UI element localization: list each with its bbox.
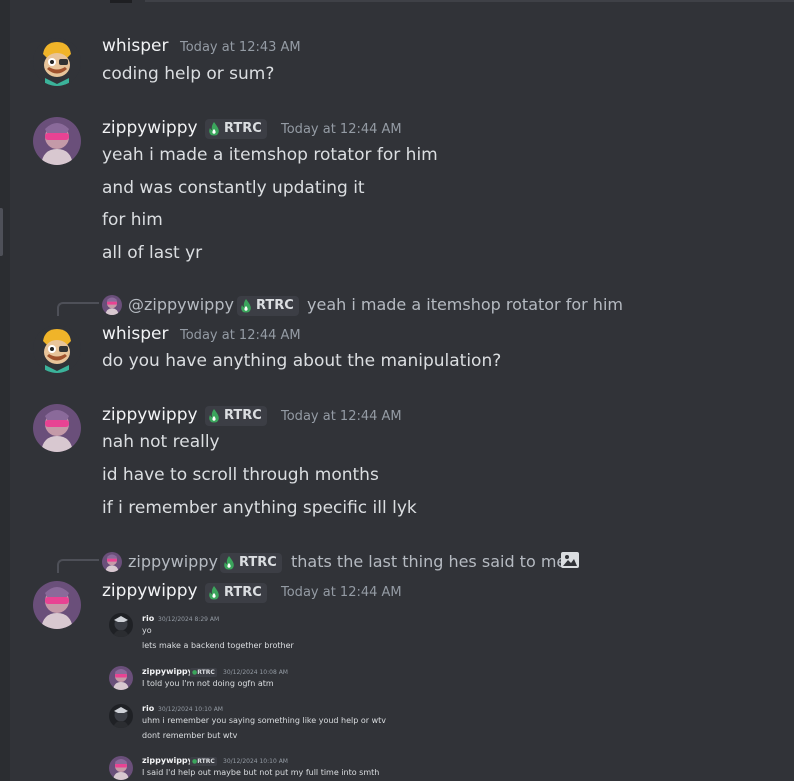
- username: rio: [142, 704, 155, 713]
- username[interactable]: zippywippy: [102, 118, 198, 138]
- timestamp[interactable]: Today at 12:44 AM: [281, 409, 402, 424]
- top-divider-line: [145, 0, 794, 2]
- avatar[interactable]: [33, 117, 81, 165]
- pink-sunglasses-avatar-icon: [109, 666, 133, 690]
- channel-list-edge: [0, 0, 10, 781]
- server-tag-badge[interactable]: RTRC: [205, 583, 267, 603]
- pink-sunglasses-avatar-icon: [33, 117, 81, 165]
- badge-label: RTRC: [256, 298, 294, 313]
- server-tag-badge[interactable]: RTRC: [237, 296, 299, 316]
- message-text: dont remember but wtv: [142, 731, 238, 740]
- top-divider-mark: [110, 0, 132, 3]
- reply-spine: [57, 302, 99, 316]
- cartoon-character-avatar-icon: [33, 325, 81, 373]
- timestamp[interactable]: Today at 12:43 AM: [180, 40, 301, 55]
- flame-icon: [208, 122, 220, 136]
- server-tag-badge[interactable]: RTRC: [205, 406, 267, 426]
- message-text: nah not really: [102, 432, 220, 452]
- message-text: yo: [142, 626, 152, 635]
- username: rio: [142, 614, 155, 623]
- reply-preview-text[interactable]: yeah i made a itemshop rotator for him: [307, 295, 623, 314]
- message-text: I told you I'm not doing ogfn atm: [142, 679, 274, 688]
- timestamp[interactable]: Today at 12:44 AM: [180, 328, 301, 343]
- badge-label: RTRC: [224, 408, 262, 423]
- timestamp: 30/12/2024 10:10 AM: [158, 706, 223, 713]
- username[interactable]: zippywippy: [102, 405, 198, 425]
- badge-label: RTRC: [224, 585, 262, 600]
- message-text: and was constantly updating it: [102, 178, 365, 198]
- flame-icon: [240, 299, 252, 313]
- badge-label: RTRC: [224, 121, 262, 136]
- server-tag-badge[interactable]: RTRC: [220, 553, 282, 573]
- flame-icon: [208, 409, 220, 423]
- reply-preview-text[interactable]: thats the last thing hes said to me: [291, 552, 566, 571]
- image-icon: [561, 552, 579, 568]
- message-text: uhm i remember you saying something like…: [142, 716, 387, 725]
- avatar[interactable]: [33, 38, 81, 86]
- message-text: do you have anything about the manipulat…: [102, 351, 502, 371]
- avatar[interactable]: [33, 581, 81, 629]
- flame-icon: [223, 556, 235, 570]
- pink-sunglasses-avatar-icon: [33, 404, 81, 452]
- reply-username[interactable]: @zippywippy: [128, 295, 234, 314]
- message-text: if i remember anything specific ill lyk: [102, 498, 417, 518]
- avatar: [109, 704, 133, 728]
- pink-sunglasses-avatar-icon: [109, 756, 133, 780]
- message-text: coding help or sum?: [102, 64, 275, 84]
- pink-sunglasses-avatar-icon: [102, 295, 122, 315]
- reply-spine: [57, 559, 99, 573]
- message-text: I said I'd help out maybe but not put my…: [142, 768, 380, 777]
- timestamp[interactable]: Today at 12:44 AM: [281, 585, 402, 600]
- avatar: [109, 613, 133, 637]
- timestamp: 30/12/2024 10:08 AM: [223, 669, 288, 676]
- message-text: id have to scroll through months: [102, 465, 379, 485]
- message-text: lets make a backend together brother: [142, 641, 294, 650]
- flame-icon: [208, 586, 220, 600]
- timestamp[interactable]: Today at 12:44 AM: [281, 122, 402, 137]
- message-text: for him: [102, 210, 163, 230]
- dark-character-avatar-icon: [109, 704, 133, 728]
- scroll-indicator[interactable]: [0, 208, 3, 256]
- timestamp: 30/12/2024 8:29 AM: [158, 616, 220, 623]
- message-text: all of last yr: [102, 243, 203, 263]
- username: zippywippy: [142, 756, 193, 765]
- server-tag-badge: ●RTRC: [190, 668, 217, 677]
- pink-sunglasses-avatar-icon: [33, 581, 81, 629]
- username: zippywippy: [142, 667, 193, 676]
- avatar: [109, 666, 133, 690]
- server-tag-badge: ●RTRC: [190, 757, 217, 766]
- avatar[interactable]: [33, 404, 81, 452]
- badge-label: RTRC: [239, 555, 277, 570]
- avatar[interactable]: [33, 325, 81, 373]
- badge-label: RTRC: [197, 758, 215, 765]
- avatar: [109, 756, 133, 780]
- message-text: yeah i made a itemshop rotator for him: [102, 145, 438, 165]
- reply-avatar[interactable]: [102, 552, 122, 572]
- dark-character-avatar-icon: [109, 613, 133, 637]
- timestamp: 30/12/2024 10:10 AM: [223, 758, 288, 765]
- pink-sunglasses-avatar-icon: [102, 552, 122, 572]
- reply-username[interactable]: zippywippy: [128, 552, 218, 571]
- server-tag-badge[interactable]: RTRC: [205, 119, 267, 139]
- username[interactable]: whisper: [102, 36, 169, 56]
- image-attachment[interactable]: rio 30/12/2024 8:29 AM yo lets make a ba…: [102, 605, 522, 781]
- username[interactable]: whisper: [102, 324, 169, 344]
- cartoon-character-avatar-icon: [33, 38, 81, 86]
- reply-avatar[interactable]: [102, 295, 122, 315]
- badge-label: RTRC: [197, 669, 215, 676]
- username[interactable]: zippywippy: [102, 581, 198, 601]
